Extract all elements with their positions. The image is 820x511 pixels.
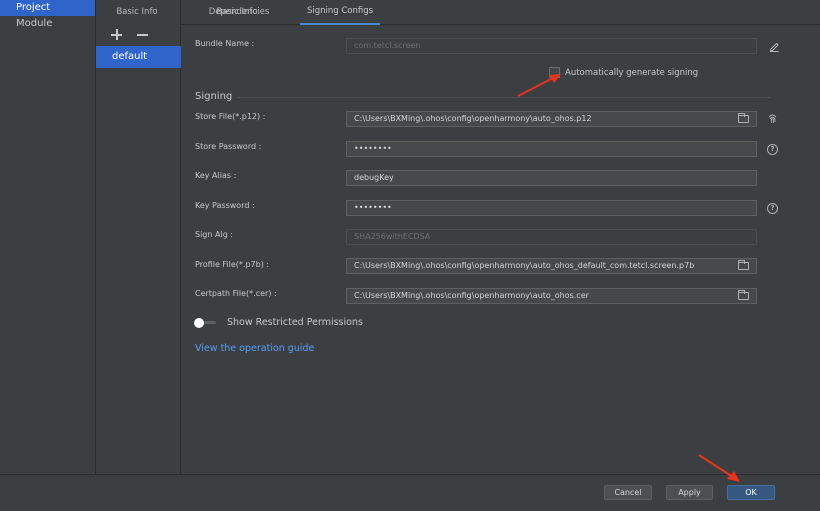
signing-section-title: Signing <box>195 91 233 102</box>
plus-icon[interactable] <box>110 28 124 42</box>
store-file-field[interactable]: C:\Users\BXMing\.ohos\config\openharmony… <box>346 111 757 127</box>
key-password-label: Key Password : <box>195 201 255 210</box>
auto-sign-checkbox[interactable] <box>549 67 560 78</box>
bundle-name-field: com.tetcl.screen <box>346 38 757 54</box>
nav-item-project[interactable]: Project <box>0 0 95 16</box>
minus-icon[interactable] <box>136 28 150 42</box>
signing-form: Bundle Name : com.tetcl.screen Automatic… <box>181 0 820 474</box>
certpath-file-field[interactable]: C:\Users\BXMing\.ohos\config\openharmony… <box>346 288 757 304</box>
left-nav: Project Module <box>0 0 96 474</box>
folder-icon[interactable] <box>738 290 749 300</box>
store-file-value: C:\Users\BXMing\.ohos\config\openharmony… <box>354 114 592 123</box>
restricted-permissions-label: Show Restricted Permissions <box>227 317 363 328</box>
auto-sign-label: Automatically generate signing <box>565 68 699 78</box>
store-password-field[interactable]: •••••••• <box>346 141 757 157</box>
list-toolbar <box>110 28 150 42</box>
ok-button[interactable]: OK <box>727 485 775 500</box>
cancel-button[interactable]: Cancel <box>604 485 652 500</box>
store-file-label: Store File(*.p12) : <box>195 112 266 121</box>
list-item-default[interactable]: default <box>96 46 181 68</box>
nav-item-module[interactable]: Module <box>0 16 95 32</box>
sign-alg-label: Sign Alg : <box>195 230 234 239</box>
certpath-file-label: Certpath File(*.cer) : <box>195 289 277 298</box>
profile-file-field[interactable]: C:\Users\BXMing\.ohos\config\openharmony… <box>346 258 757 274</box>
folder-icon[interactable] <box>738 113 749 123</box>
key-password-field[interactable]: •••••••• <box>346 200 757 216</box>
signing-config-list: default <box>96 0 181 474</box>
key-alias-field[interactable]: debugKey <box>346 170 757 186</box>
folder-icon[interactable] <box>738 260 749 270</box>
section-divider <box>237 97 771 98</box>
restricted-permissions-toggle[interactable] <box>194 318 216 328</box>
fingerprint-icon[interactable] <box>767 112 778 125</box>
tab-basic-info[interactable]: Basic Info <box>113 0 161 25</box>
help-icon[interactable]: ? <box>767 144 778 155</box>
profile-file-value: C:\Users\BXMing\.ohos\config\openharmony… <box>354 261 695 270</box>
profile-file-label: Profile File(*.p7b) : <box>195 260 270 269</box>
store-password-label: Store Password : <box>195 142 262 151</box>
sign-alg-field: SHA256withECDSA <box>346 229 757 245</box>
help-icon[interactable]: ? <box>767 203 778 214</box>
certpath-file-value: C:\Users\BXMing\.ohos\config\openharmony… <box>354 291 589 300</box>
operation-guide-link[interactable]: View the operation guide <box>195 343 314 354</box>
edit-icon[interactable] <box>769 40 779 52</box>
key-alias-label: Key Alias : <box>195 171 237 180</box>
apply-button[interactable]: Apply <box>666 485 713 500</box>
bundle-name-label: Bundle Name : <box>195 39 255 48</box>
